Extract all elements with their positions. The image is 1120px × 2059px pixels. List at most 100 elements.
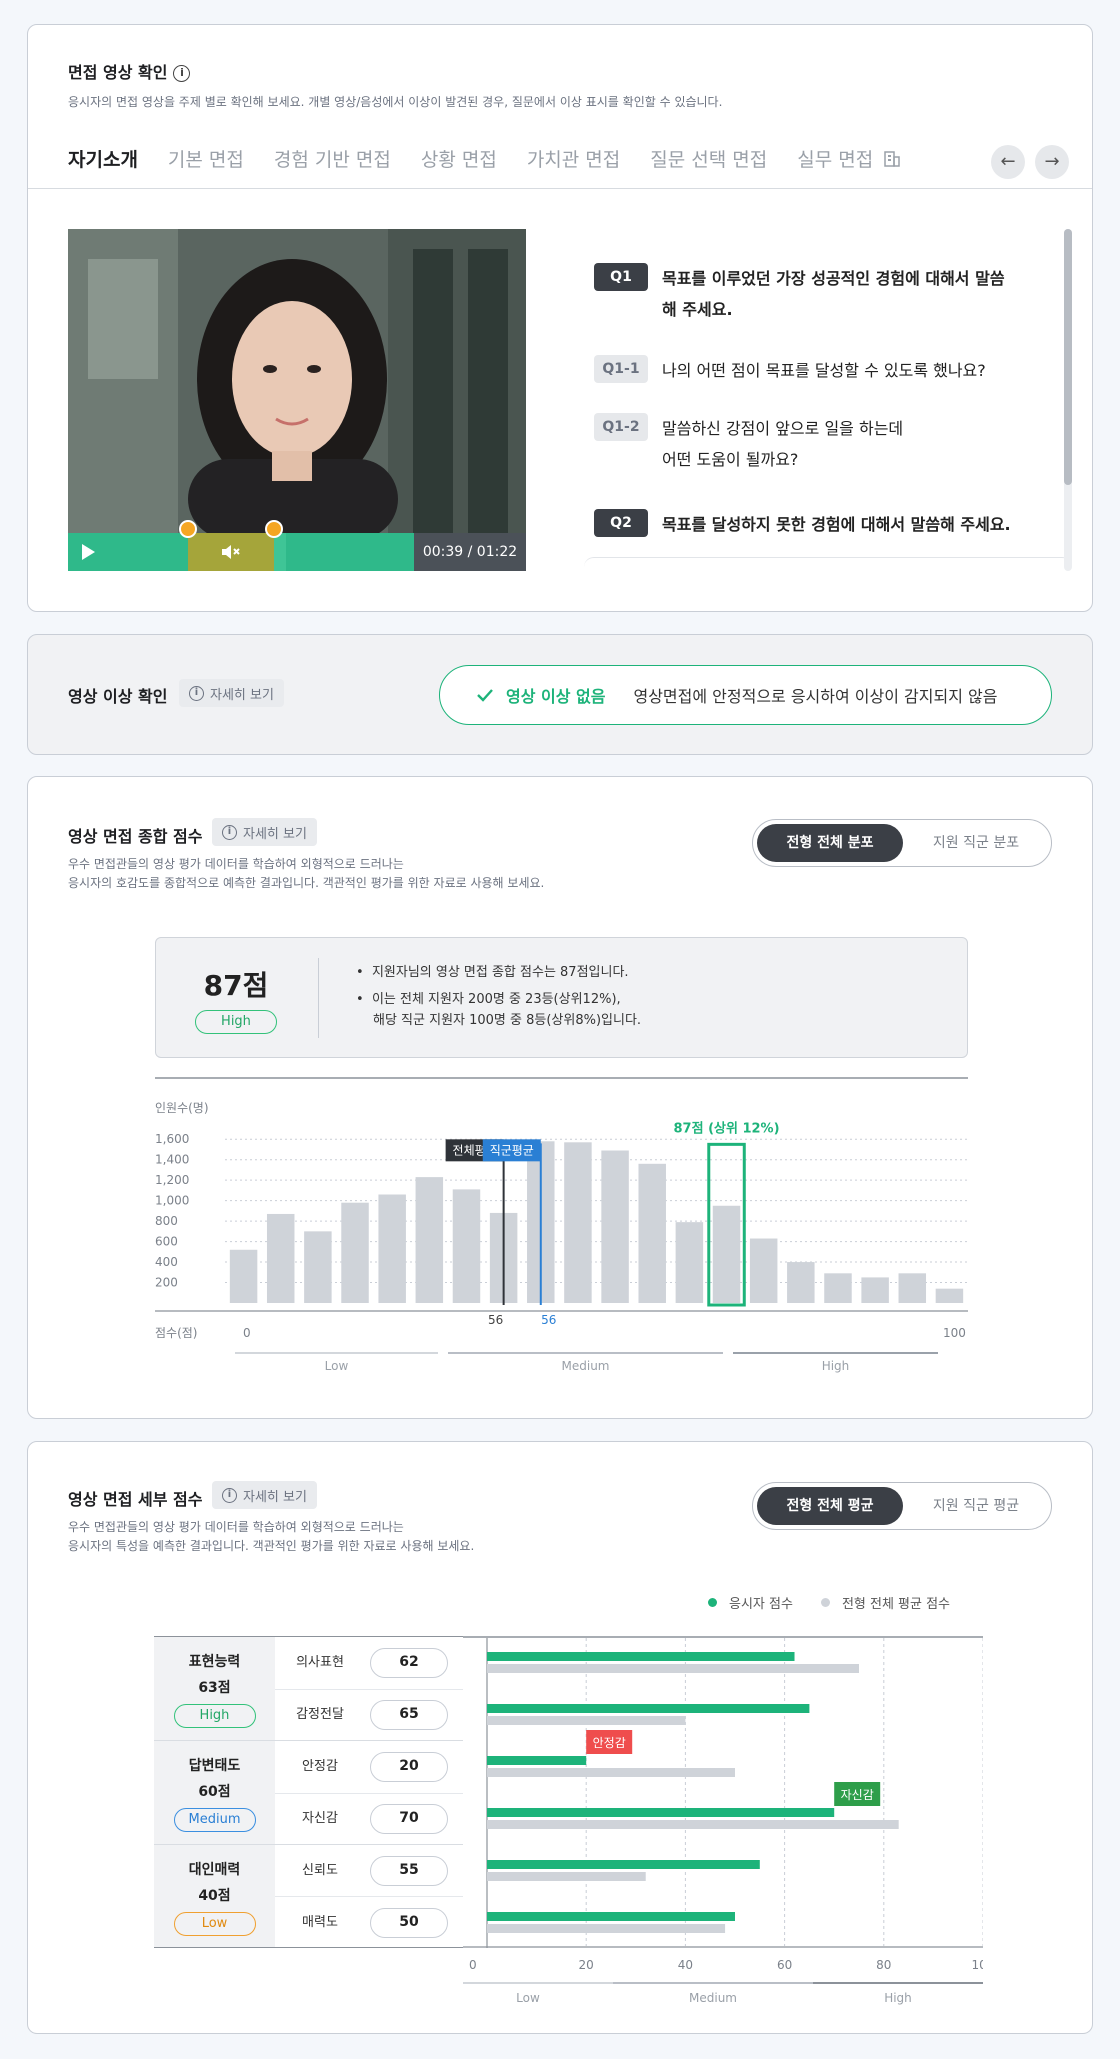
detail-item-score: 65 [370,1700,448,1730]
tab-practical[interactable]: 실무 면접 [797,145,901,172]
applicant-bar [487,1652,795,1661]
detail-item-row: 자신감 70 [275,1793,463,1845]
topic-tabs: 자기소개 기본 면접 경험 기반 면접 상황 면접 가치관 면접 질문 선택 면… [68,145,931,172]
detail-detail-button[interactable]: i 자세히 보기 [212,1481,317,1509]
total-detail-button[interactable]: i 자세히 보기 [212,818,317,846]
anomaly-status-box: 영상 이상 없음 영상면접에 안정적으로 응시하여 이상이 감지되지 않음 [439,665,1052,725]
tab-values[interactable]: 가치관 면접 [527,145,620,172]
video-frame [68,229,526,533]
x-tick-label: 0 [469,1958,477,1972]
detail-item-score: 62 [370,1648,448,1678]
detail-score-table: 표현능력 63점 High 답변태도 60점 Medium 대인매력 40점 L… [154,1636,463,1948]
total-score-value: 87점 [203,969,269,1002]
detail-legend: 응시자 점수 전형 전체 평균 점수 [708,1593,950,1612]
tab-experience[interactable]: 경험 기반 면접 [274,145,391,172]
distribution-bar [415,1177,444,1303]
question-item[interactable]: Q1-2 말씀하신 강점이 앞으로 일을 하는데 어떤 도움이 될까요? [594,413,903,475]
anomaly-flag-label: 안정감 [593,1736,626,1750]
applicant-bar [487,1808,835,1817]
detail-item-row: 감정전달 65 [275,1689,463,1741]
detail-desc: 우수 면접관들의 영상 평가 데이터를 학습하여 외형적으로 드러나는 응시자의 … [68,1520,475,1553]
question-scrollbar-track[interactable] [1064,229,1072,571]
score-band-label: High [884,1991,912,2005]
highlight-label: 87점 (상위 12%) [674,1121,780,1136]
x-tick-label: 60 [777,1958,792,1972]
average-marker-label: 직군평균 [490,1143,534,1157]
elapsed-fill [274,533,286,571]
anomaly-card: 영상 이상 확인 i 자세히 보기 영상 이상 없음 영상면접에 안정적으로 응시… [27,634,1093,755]
average-bar [487,1716,686,1725]
y-axis-label: 인원수(명) [155,1101,209,1115]
question-fade [584,557,1072,569]
legend-applicant-dot [708,1598,717,1607]
y-tick-label: 1,200 [155,1173,189,1187]
detail-item-label: 의사표현 [296,1655,344,1670]
tab-basic[interactable]: 기본 면접 [168,145,244,172]
question-item[interactable]: Q1-1 나의 어떤 점이 목표를 달성할 수 있도록 했나요? [594,355,986,386]
y-tick-label: 1,400 [155,1153,189,1167]
info-icon[interactable]: i [173,65,191,82]
toggle-job-distribution[interactable]: 지원 직군 분포 [903,824,1049,862]
video-player[interactable]: 00:39 / 01:22 [68,229,526,571]
question-item[interactable]: Q2 목표를 달성하지 못한 경험에 대해서 말씀해 주세요. [594,509,1011,540]
group-expression: 표현능력 63점 High [154,1649,275,1728]
tab-question-select[interactable]: 질문 선택 면접 [650,145,767,172]
score-band-label: Medium [562,1359,610,1373]
x-tick-label: 40 [678,1958,693,1972]
average-bar [487,1768,735,1777]
distribution-bar [787,1262,815,1303]
question-item[interactable]: Q1 목표를 이루었던 가장 성공적인 경험에 대해서 말씀 해 주세요. [594,263,1005,325]
score-distribution-chart: 인원수(명) 1,600 1,400 1,200 1,000 800 600 400 200 87… [155,1077,968,1373]
legend-average-dot [820,1598,830,1607]
tab-situation[interactable]: 상황 면접 [421,145,497,172]
tab-next-button[interactable]: → [1035,145,1069,179]
y-tick-label: 400 [155,1255,178,1269]
play-icon[interactable] [82,544,95,560]
toggle-job-average[interactable]: 지원 직군 평균 [903,1487,1049,1525]
player-control-bar: 00:39 / 01:22 [68,533,526,571]
check-icon [477,689,493,702]
y-tick-label: 200 [155,1276,178,1290]
x-tick-label: 80 [876,1958,891,1972]
detail-score-chart: 안정감자신감점수(점)020406080100LowMediumHigh [463,1636,983,2005]
average-bar [487,1820,899,1829]
mute-end-handle[interactable] [265,520,283,538]
mute-start-handle[interactable] [179,520,197,538]
distribution-bar [304,1231,332,1303]
summary-bullets: • 지원자님의 영상 면접 종합 점수는 87점입니다. • 이는 전체 지원자… [356,965,642,1028]
distribution-toggle: 전형 전체 분포 지원 직군 분포 [752,819,1052,867]
time-box: 00:39 / 01:22 [414,533,526,571]
total-level-wrap: High [195,1010,277,1034]
building-icon [884,151,901,167]
question-tag: Q1-2 [594,413,648,441]
distribution-bar [824,1273,852,1303]
toggle-all-distribution[interactable]: 전형 전체 분포 [757,824,903,862]
distribution-bar [861,1277,889,1303]
distribution-bar [601,1150,629,1303]
summary-divider [318,958,319,1038]
toggle-all-average[interactable]: 전형 전체 평균 [757,1487,903,1525]
video-section-desc: 응시자의 면접 영상을 주제 별로 확인해 보세요. 개별 영상/음성에서 이상… [68,95,723,109]
anomaly-detail-button[interactable]: i 자세히 보기 [179,679,284,707]
video-card: 면접 영상 확인 i 응시자의 면접 영상을 주제 별로 확인해 보세요. 개별 … [27,24,1093,612]
x-tick-label: 20 [579,1958,594,1972]
question-tag: Q1 [594,263,648,291]
tab-intro[interactable]: 자기소개 [68,145,138,172]
average-bar [487,1924,726,1933]
score-band-label: Low [516,1991,540,2005]
legend-applicant: 응시자 점수 [729,1597,793,1612]
anomaly-status-desc: 영상면접에 안정적으로 응시하여 이상이 감지되지 않음 [633,687,998,706]
score-band-label: Medium [689,1991,737,2005]
detail-item-score: 70 [370,1804,448,1834]
average-bar [487,1872,646,1881]
detail-item-label: 안정감 [302,1759,338,1774]
applicant-bar [487,1756,587,1765]
info-icon: i [222,1487,237,1503]
tab-prev-button[interactable]: ← [991,145,1025,179]
distribution-bar [378,1194,406,1303]
x-axis-label: 점수(점) [155,1326,197,1340]
detail-score-card: 영상 면접 세부 점수 i 자세히 보기 우수 면접관들의 영상 평가 데이터를 … [27,1441,1093,2034]
distribution-bar [935,1288,964,1303]
question-scrollbar-thumb[interactable] [1064,229,1072,485]
y-tick-label: 1,000 [155,1194,189,1208]
